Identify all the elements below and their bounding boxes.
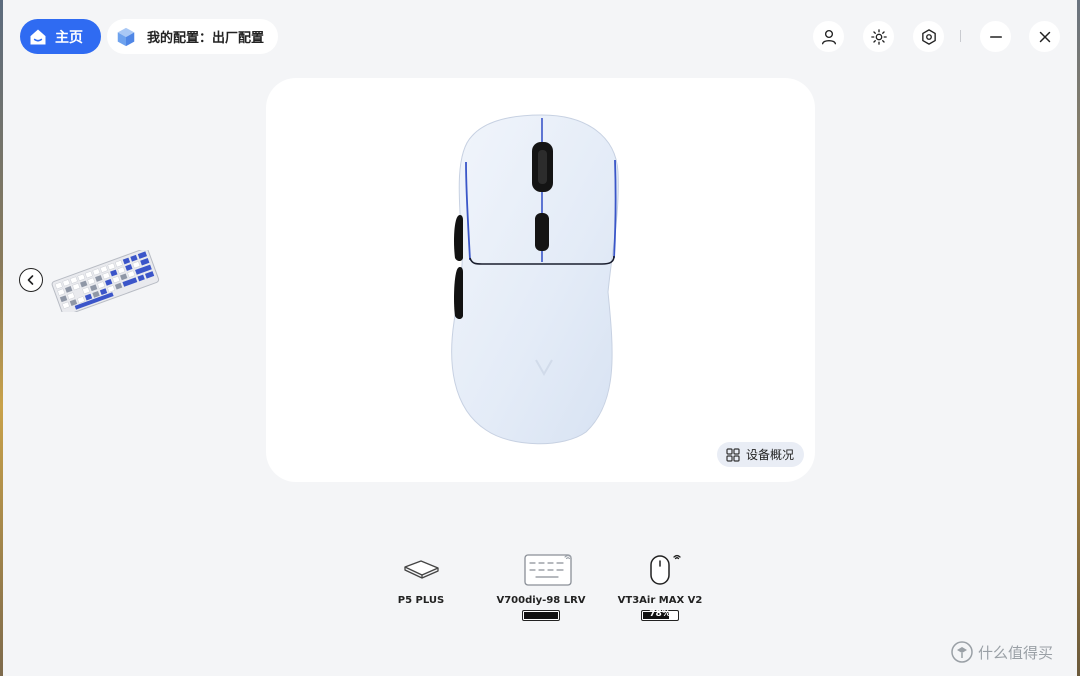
device-item-keyboard[interactable]: V700diy-98 LRV [496, 550, 586, 621]
device-name: V700diy-98 LRV [496, 595, 586, 606]
device-overview-button[interactable]: 设备概况 [717, 442, 805, 467]
sun-icon [870, 28, 887, 45]
device-preview-card: 设备概况 [266, 78, 815, 482]
battery-indicator: 78% [641, 609, 679, 621]
wireless-icon [673, 554, 681, 560]
close-button[interactable] [1029, 21, 1060, 52]
battery-label: 78% [649, 609, 671, 619]
device-item-mouse[interactable]: VT3Air MAX V2 78% [618, 550, 702, 621]
account-button[interactable] [813, 21, 844, 52]
hexagon-settings-icon [921, 28, 936, 45]
cube-icon [117, 27, 135, 46]
home-icon [30, 29, 46, 44]
grid-icon [726, 447, 740, 462]
home-button[interactable]: 主页 [20, 19, 101, 54]
battery-indicator [522, 610, 560, 621]
minimize-button[interactable] [980, 21, 1011, 52]
keyboard-icon [524, 554, 572, 586]
minimize-icon [989, 35, 1002, 38]
watermark-text: 什么值得买 [978, 643, 1054, 662]
previous-device-button[interactable] [19, 268, 43, 292]
window-edge-left [0, 0, 3, 676]
keyboard-thumbnail[interactable] [48, 250, 162, 312]
close-icon [1039, 31, 1050, 42]
mouse-icon [650, 554, 681, 585]
mouse-preview-image[interactable] [446, 112, 632, 448]
device-overview-label: 设备概况 [746, 448, 795, 462]
watermark-logo-icon [951, 641, 973, 663]
device-name: VT3Air MAX V2 [617, 595, 703, 606]
watermark: 什么值得买 [951, 641, 1053, 663]
settings-button[interactable] [913, 21, 944, 52]
lighting-button[interactable] [863, 21, 894, 52]
device-item-mousepad[interactable]: P5 PLUS [398, 550, 444, 606]
toolbar-divider [960, 30, 961, 42]
chevron-left-icon [27, 275, 34, 285]
profile-config-button[interactable]: 我的配置：出厂配置 [107, 19, 279, 54]
config-label: 我的配置：出厂配置 [147, 31, 265, 46]
mousepad-icon [404, 560, 439, 579]
user-icon [821, 29, 836, 44]
home-label: 主页 [55, 29, 83, 46]
device-name: P5 PLUS [397, 595, 445, 606]
